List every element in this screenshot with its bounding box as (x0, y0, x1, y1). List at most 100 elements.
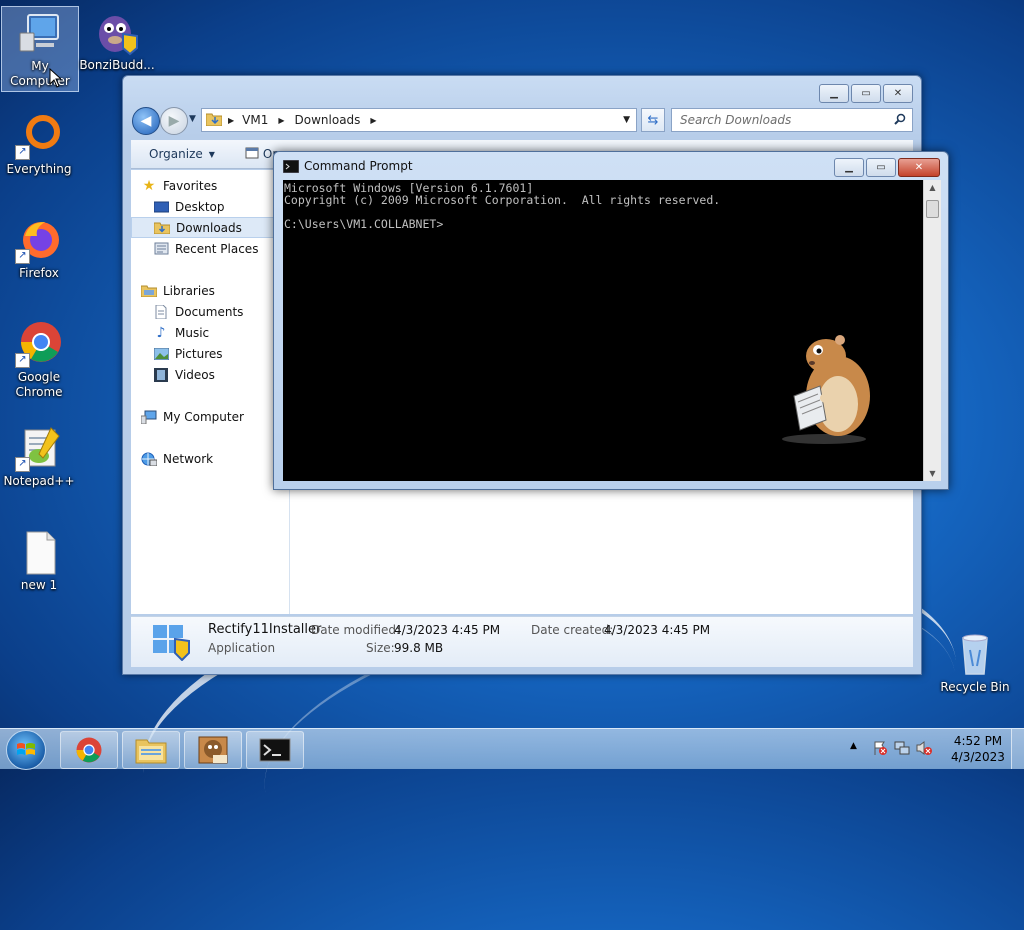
nav-label: Music (175, 325, 210, 340)
cmd-scrollbar[interactable]: ▲ ▼ (923, 180, 941, 481)
organize-button[interactable]: Organize ▼ (149, 147, 215, 161)
desktop-icon-everything[interactable]: ↗ Everything (0, 112, 78, 177)
search-placeholder: Search Downloads (680, 113, 792, 127)
breadcrumb-chevron-icon[interactable]: ▶ (370, 116, 376, 125)
show-hidden-icons-button[interactable]: ▲ (850, 741, 857, 751)
explorer-nav-row: ◀ ▶ ▼ ▶ VM1 ▶ Downloads ▶ ▼ ⇆ Search Dow… (131, 106, 913, 135)
search-icon[interactable] (894, 113, 906, 128)
music-icon: ♪ (156, 324, 166, 341)
network-status-icon[interactable] (894, 740, 910, 759)
address-bar[interactable]: ▶ VM1 ▶ Downloads ▶ ▼ (201, 108, 637, 132)
desktop-icon-bonzibuddy[interactable]: BonziBudd... (78, 8, 156, 73)
start-button[interactable] (6, 730, 46, 770)
back-button[interactable]: ◀ (132, 107, 160, 135)
command-prompt-window[interactable]: Command Prompt ▁ ▭ ✕ Microsoft Windows [… (273, 151, 949, 490)
clock[interactable]: 4:52 PM 4/3/2023 (944, 733, 1012, 765)
date-modified-label: Date modified: (311, 623, 401, 637)
breadcrumb-chevron-icon[interactable]: ▶ (228, 116, 234, 125)
address-dropdown-icon[interactable]: ▼ (623, 115, 630, 125)
breadcrumb-item[interactable]: VM1 (242, 113, 268, 127)
desktop-icon-label: Firefox (19, 266, 59, 280)
cmd-caption-buttons: ▁ ▭ ✕ (834, 158, 940, 177)
nav-label: Favorites (163, 178, 218, 193)
breadcrumb-chevron-icon[interactable]: ▶ (278, 116, 284, 125)
folder-icon (135, 739, 167, 764)
folder-icon (205, 112, 223, 129)
recent-places-icon (153, 242, 169, 256)
action-center-flag-icon[interactable] (872, 740, 888, 759)
desktop-icon-label: Google Chrome (15, 370, 63, 399)
desktop-icon-label: My Computer (10, 59, 70, 88)
bonzi-icon (93, 8, 141, 56)
desktop-icon-my-computer[interactable]: My Computer (1, 6, 79, 92)
desktop-icon-label: Notepad++ (3, 474, 75, 488)
system-tray: ▲ 4:52 PM 4/3/2023 (838, 729, 1024, 769)
taskbar-chrome-button[interactable] (60, 731, 118, 769)
everything-icon: ↗ (15, 112, 63, 160)
desktop-icon-notepadpp[interactable]: ↗ Notepad++ (0, 424, 78, 489)
documents-icon (153, 304, 169, 319)
nav-label: Downloads (176, 220, 242, 235)
pictures-icon (153, 347, 169, 361)
taskbar-explorer-button[interactable] (122, 731, 180, 769)
file-type: Application (208, 641, 276, 655)
nav-downloads[interactable]: Downloads (131, 217, 289, 238)
desktop-icon-recycle-bin[interactable]: Recycle Bin (936, 630, 1014, 695)
nav-label: My Computer (163, 409, 244, 424)
chrome-icon (76, 737, 102, 763)
desktop-icon-google-chrome[interactable]: ↗ Google Chrome (0, 320, 78, 400)
size-value: 99.8 MB (394, 641, 444, 655)
cmd-prompt-line: C:\Users\VM1.COLLABNET> (284, 217, 444, 231)
desktop-icon (153, 200, 169, 214)
scrollbar-thumb[interactable] (926, 200, 939, 218)
recent-pages-dropdown[interactable]: ▼ (189, 114, 196, 124)
file-name: Rectify11Installer (208, 622, 322, 637)
refresh-button[interactable]: ⇆ (641, 108, 665, 132)
search-input[interactable]: Search Downloads (671, 108, 913, 132)
organize-label: Organize (149, 147, 203, 161)
close-button[interactable]: ✕ (883, 84, 913, 103)
volume-muted-icon[interactable] (916, 740, 932, 759)
nav-label: Documents (175, 304, 244, 319)
size-label: Size: (366, 641, 395, 655)
show-desktop-button[interactable] (1011, 729, 1024, 769)
desktop-icon-firefox[interactable]: ↗ Firefox (0, 216, 78, 281)
date-created-value: 4/3/2023 4:45 PM (604, 623, 711, 637)
explorer-caption-buttons: ▁ ▭ ✕ (819, 84, 913, 103)
date-created-label: Date created: (531, 623, 614, 637)
maximize-button[interactable]: ▭ (866, 158, 896, 177)
forward-button[interactable]: ▶ (160, 107, 188, 135)
mouse-cursor (49, 67, 63, 91)
libraries-icon (141, 284, 157, 298)
chrome-icon: ↗ (15, 320, 63, 368)
star-icon: ★ (142, 177, 156, 194)
cmd-output-line: Copyright (c) 2009 Microsoft Corporation… (284, 193, 721, 207)
nav-label: Videos (175, 367, 215, 382)
close-button[interactable]: ✕ (898, 158, 940, 177)
desktop-icon-label: Everything (6, 162, 72, 176)
shortcut-arrow-icon: ↗ (15, 457, 30, 472)
scroll-up-arrow-icon[interactable]: ▲ (924, 183, 941, 192)
nav-label: Network (163, 451, 214, 466)
nav-label: Pictures (175, 346, 223, 361)
taskbar-bonzibox-button[interactable] (184, 731, 242, 769)
desktop-icon-new-1[interactable]: new 1 (0, 528, 78, 593)
computer-icon (16, 9, 64, 57)
hamster-character[interactable] (774, 334, 874, 447)
videos-icon (153, 367, 169, 382)
cmd-title: Command Prompt (304, 159, 413, 173)
application-icon (153, 625, 191, 664)
shortcut-arrow-icon: ↗ (15, 145, 30, 160)
minimize-button[interactable]: ▁ (819, 84, 849, 103)
maximize-button[interactable]: ▭ (851, 84, 881, 103)
shortcut-arrow-icon: ↗ (15, 353, 30, 368)
notepadpp-icon: ↗ (15, 424, 63, 472)
downloads-folder-icon (154, 221, 170, 235)
breadcrumb-item[interactable]: Downloads (295, 113, 361, 127)
bonzibox-icon (198, 736, 228, 764)
desktop-icon-label: Recycle Bin (940, 680, 1010, 694)
computer-icon (141, 410, 157, 424)
scroll-down-arrow-icon[interactable]: ▼ (924, 469, 941, 478)
minimize-button[interactable]: ▁ (834, 158, 864, 177)
taskbar-cmd-button[interactable] (246, 731, 304, 769)
